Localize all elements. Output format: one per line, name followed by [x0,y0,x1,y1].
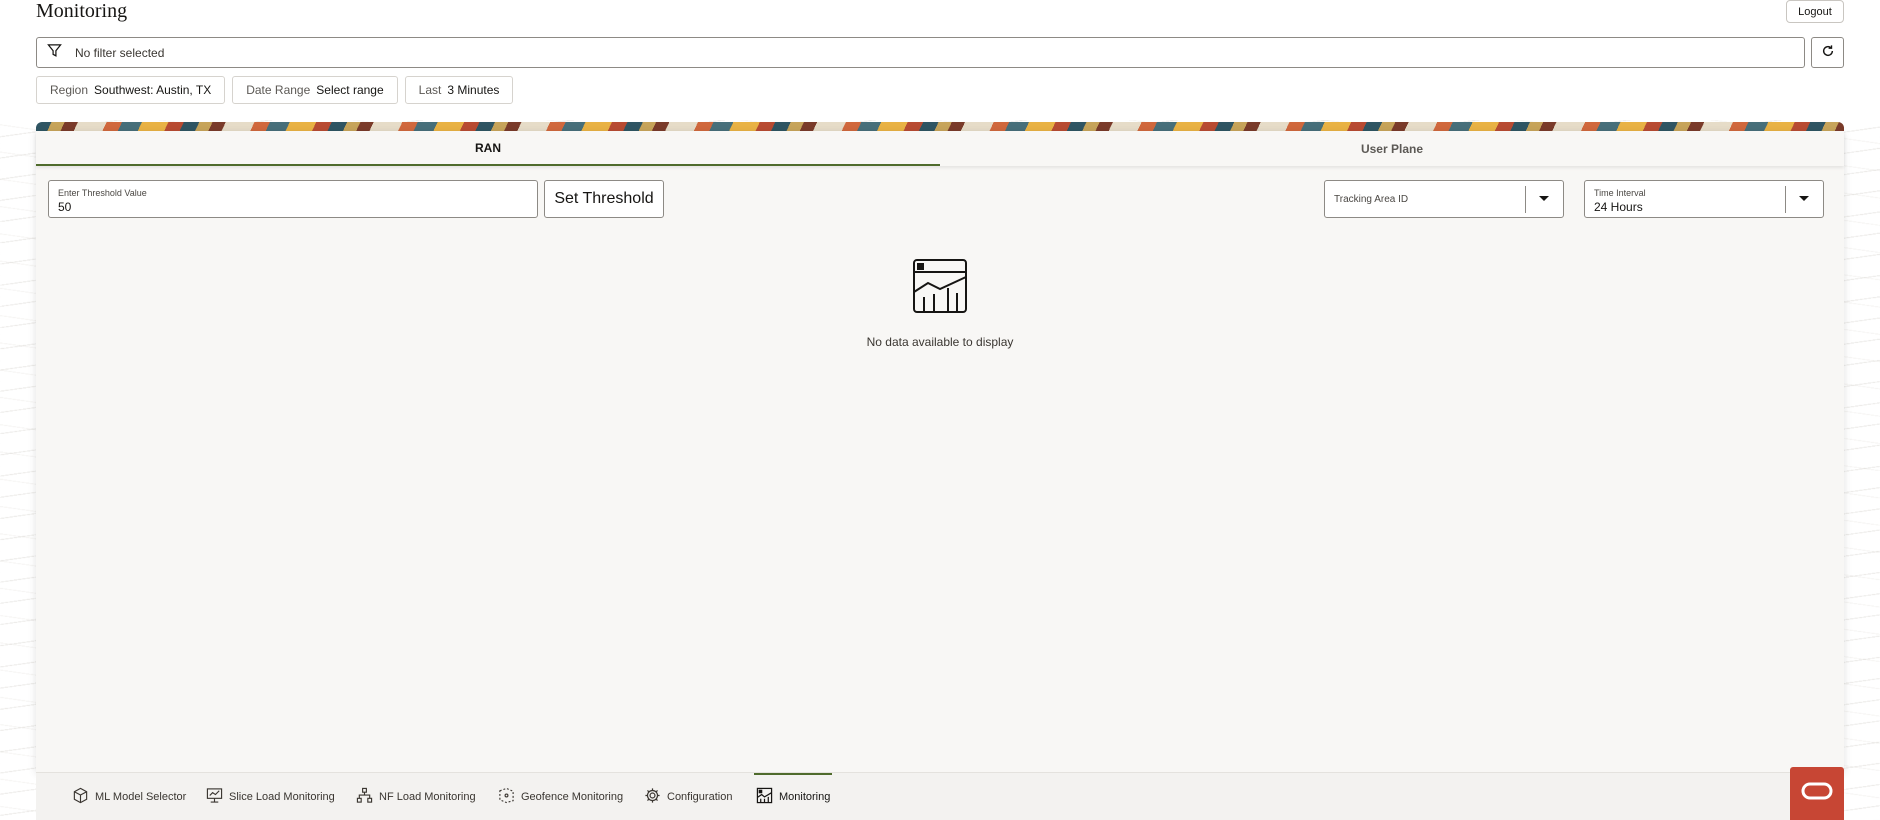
gear-icon [644,787,667,807]
main-panel [36,131,1844,772]
filter-placeholder: No filter selected [75,45,165,60]
network-icon [356,787,379,807]
filter-chips: Region Southwest: Austin, TX Date Range … [36,76,514,104]
monitor-icon [206,787,229,807]
oracle-logo-icon [1801,782,1833,805]
tracking-area-placeholder: Tracking Area ID [1334,194,1409,205]
chip-key: Last [418,83,442,97]
oracle-assistant-button[interactable] [1790,767,1844,820]
nav-label: NF Load Monitoring [379,791,476,803]
time-interval-select[interactable]: Time Interval 24 Hours [1584,180,1824,218]
nav-label: Monitoring [779,791,831,803]
page-title: Monitoring [36,0,128,22]
chip-key: Region [50,83,89,97]
chip-last[interactable]: Last 3 Minutes [404,76,514,104]
bottom-nav: ML Model Selector Slice Load Monitoring … [36,772,1844,820]
nav-label: ML Model Selector [95,791,187,803]
chip-region[interactable]: Region Southwest: Austin, TX [36,76,226,104]
nav-label: Configuration [667,791,733,803]
tab-user-plane[interactable]: User Plane [940,131,1844,166]
refresh-button[interactable] [1811,37,1844,68]
chevron-down-icon[interactable] [1539,196,1549,201]
logout-button[interactable]: Logout [1786,0,1844,23]
threshold-value: 50 [58,200,72,214]
nav-geofence-monitoring[interactable]: Geofence Monitoring [498,773,623,820]
chip-value: Southwest: Austin, TX [94,83,212,97]
nav-nf-load-monitoring[interactable]: NF Load Monitoring [356,773,476,820]
geofence-icon [498,787,521,807]
cube-icon [72,787,95,807]
nav-monitoring[interactable]: Monitoring [753,773,833,820]
chart-icon [756,787,779,807]
set-threshold-button[interactable]: Set Threshold [544,180,664,218]
filter-bar[interactable]: No filter selected [36,37,1805,68]
nav-ml-model-selector[interactable]: ML Model Selector [72,773,186,820]
tracking-area-select[interactable]: Tracking Area ID [1324,180,1564,218]
chip-value: Select range [316,83,384,97]
chip-value: 3 Minutes [447,83,500,97]
time-interval-label: Time Interval [1594,188,1646,198]
select-divider [1525,186,1526,213]
tab-bar: RAN User Plane [36,131,1844,166]
nav-label: Slice Load Monitoring [229,791,335,803]
threshold-input[interactable]: Enter Threshold Value 50 [48,180,538,218]
no-data-chart-icon [912,258,968,314]
threshold-label: Enter Threshold Value [58,188,147,198]
select-divider [1785,186,1786,213]
empty-state-message: No data available to display [866,335,1014,349]
nav-slice-load-monitoring[interactable]: Slice Load Monitoring [206,773,335,820]
filter-icon [47,43,62,63]
chip-key: Date Range [246,83,311,97]
refresh-icon [1821,44,1835,61]
nav-configuration[interactable]: Configuration [644,773,732,820]
chevron-down-icon[interactable] [1799,196,1809,201]
time-interval-value: 24 Hours [1594,200,1643,214]
tab-ran[interactable]: RAN [36,131,940,166]
nav-label: Geofence Monitoring [521,791,624,803]
chip-date-range[interactable]: Date Range Select range [232,76,398,104]
